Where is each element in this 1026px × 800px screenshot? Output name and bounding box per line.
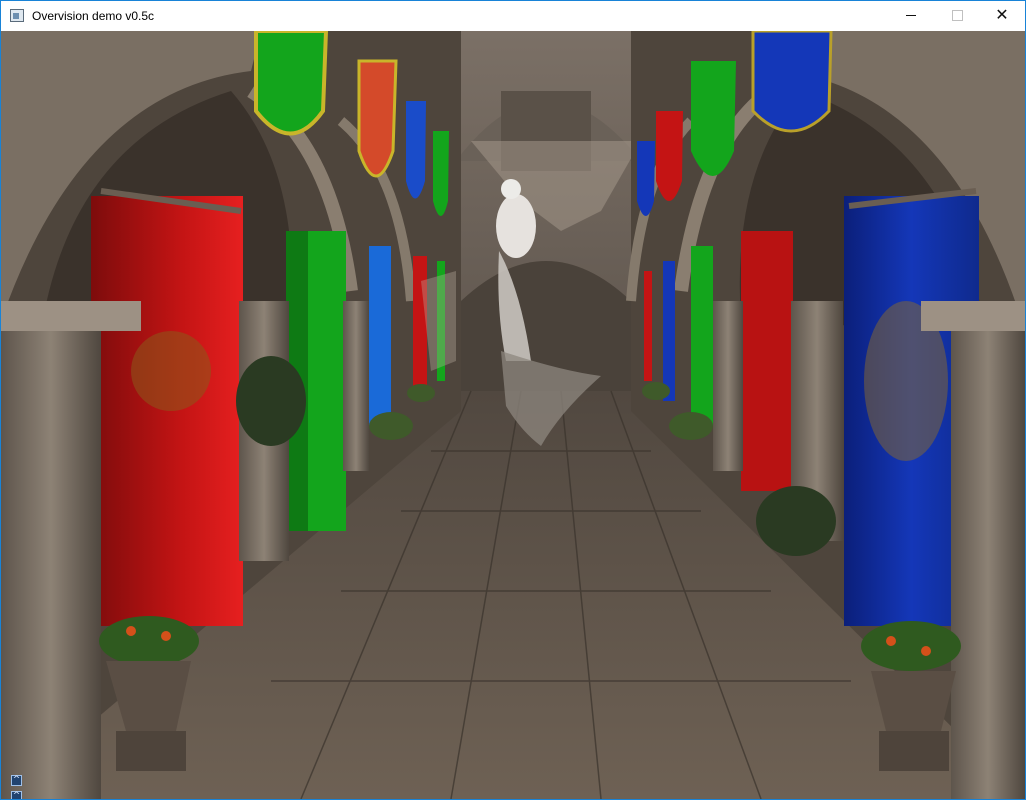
collapse-panel-button-2[interactable]: ^ bbox=[11, 791, 22, 799]
app-window: Overvision demo v0.5c ✕ ^ ^ bbox=[0, 0, 1026, 800]
title-bar[interactable]: Overvision demo v0.5c ✕ bbox=[1, 1, 1025, 31]
app-window-icon bbox=[10, 9, 24, 22]
render-viewport[interactable]: ^ ^ ? bbox=[1, 31, 1025, 799]
close-icon: ✕ bbox=[995, 7, 1009, 24]
chevron-up-icon: ^ bbox=[12, 775, 21, 785]
collapse-panel-button-1[interactable]: ^ bbox=[11, 775, 22, 786]
close-button[interactable]: ✕ bbox=[979, 1, 1025, 31]
maximize-icon bbox=[951, 10, 963, 22]
minimize-icon bbox=[906, 15, 916, 17]
minimize-button[interactable] bbox=[888, 1, 934, 31]
window-title: Overvision demo v0.5c bbox=[32, 9, 155, 23]
chevron-up-icon: ^ bbox=[12, 791, 21, 800]
maximize-button[interactable] bbox=[934, 1, 980, 31]
scene-render bbox=[1, 31, 1025, 799]
